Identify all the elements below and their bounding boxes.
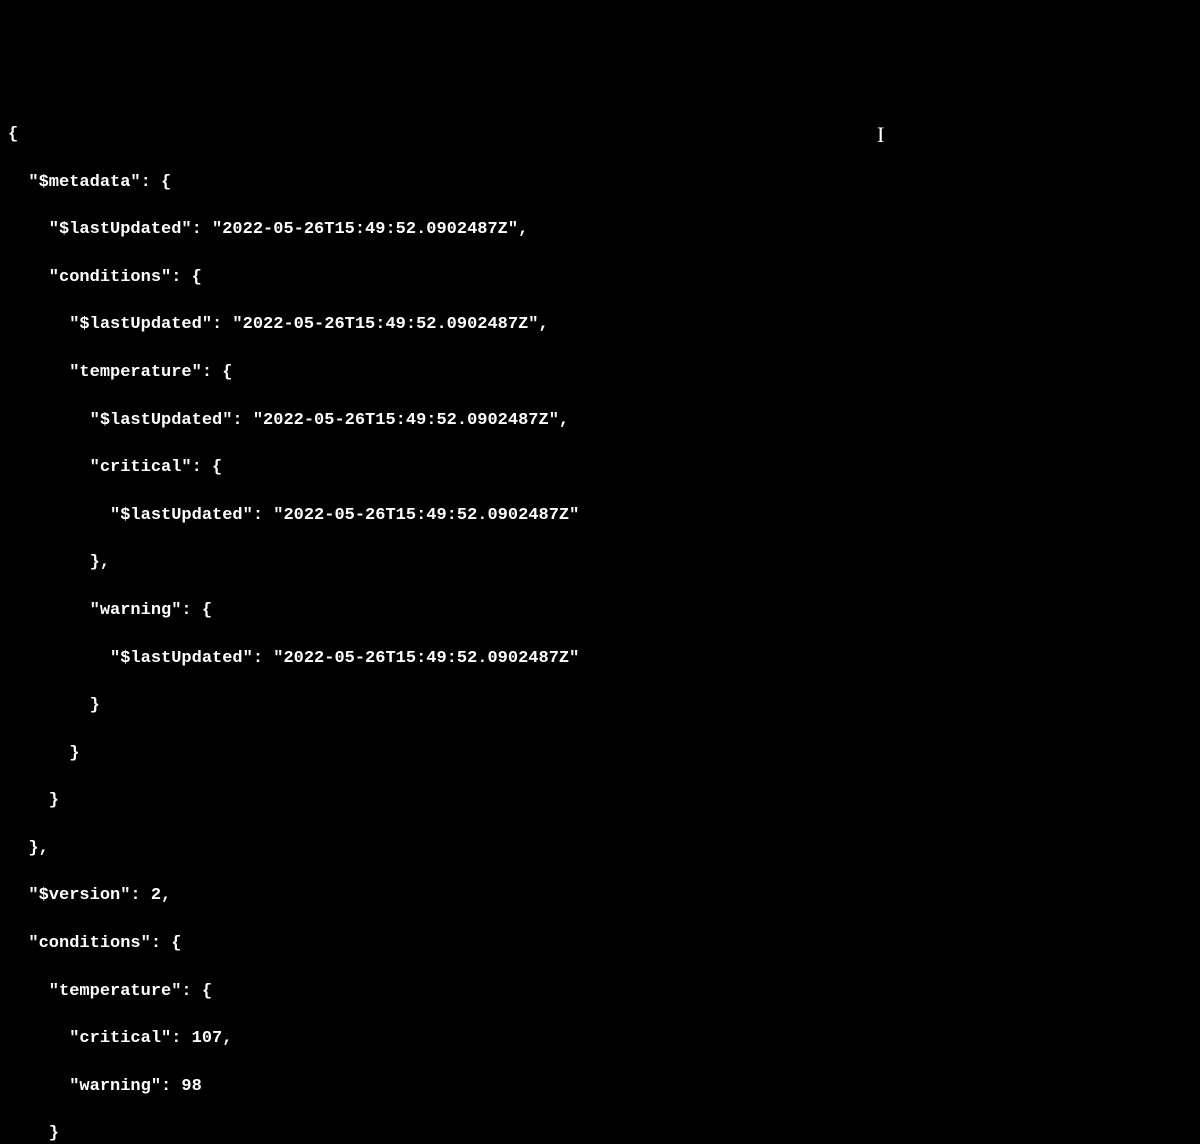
code-line: "warning": 98 (8, 1075, 1192, 1099)
code-line: } (8, 742, 1192, 766)
code-line: "$lastUpdated": "2022-05-26T15:49:52.090… (8, 313, 1192, 337)
code-line: }, (8, 837, 1192, 861)
code-line: "$metadata": { (8, 171, 1192, 195)
json-output-block[interactable]: { "$metadata": { "$lastUpdated": "2022-0… (8, 99, 1192, 1144)
code-line: } (8, 1122, 1192, 1144)
text-cursor-icon: I (877, 120, 884, 151)
code-line: } (8, 789, 1192, 813)
code-line: "conditions": { (8, 266, 1192, 290)
code-line: "warning": { (8, 599, 1192, 623)
code-line: "critical": { (8, 456, 1192, 480)
code-line: "$lastUpdated": "2022-05-26T15:49:52.090… (8, 504, 1192, 528)
code-line: "temperature": { (8, 361, 1192, 385)
code-line: "$lastUpdated": "2022-05-26T15:49:52.090… (8, 647, 1192, 671)
code-line: "$lastUpdated": "2022-05-26T15:49:52.090… (8, 409, 1192, 433)
code-line: "conditions": { (8, 932, 1192, 956)
code-line: "temperature": { (8, 980, 1192, 1004)
code-line: "critical": 107, (8, 1027, 1192, 1051)
code-line: } (8, 694, 1192, 718)
code-line: "$version": 2, (8, 884, 1192, 908)
code-line: { (8, 123, 1192, 147)
code-line: "$lastUpdated": "2022-05-26T15:49:52.090… (8, 218, 1192, 242)
